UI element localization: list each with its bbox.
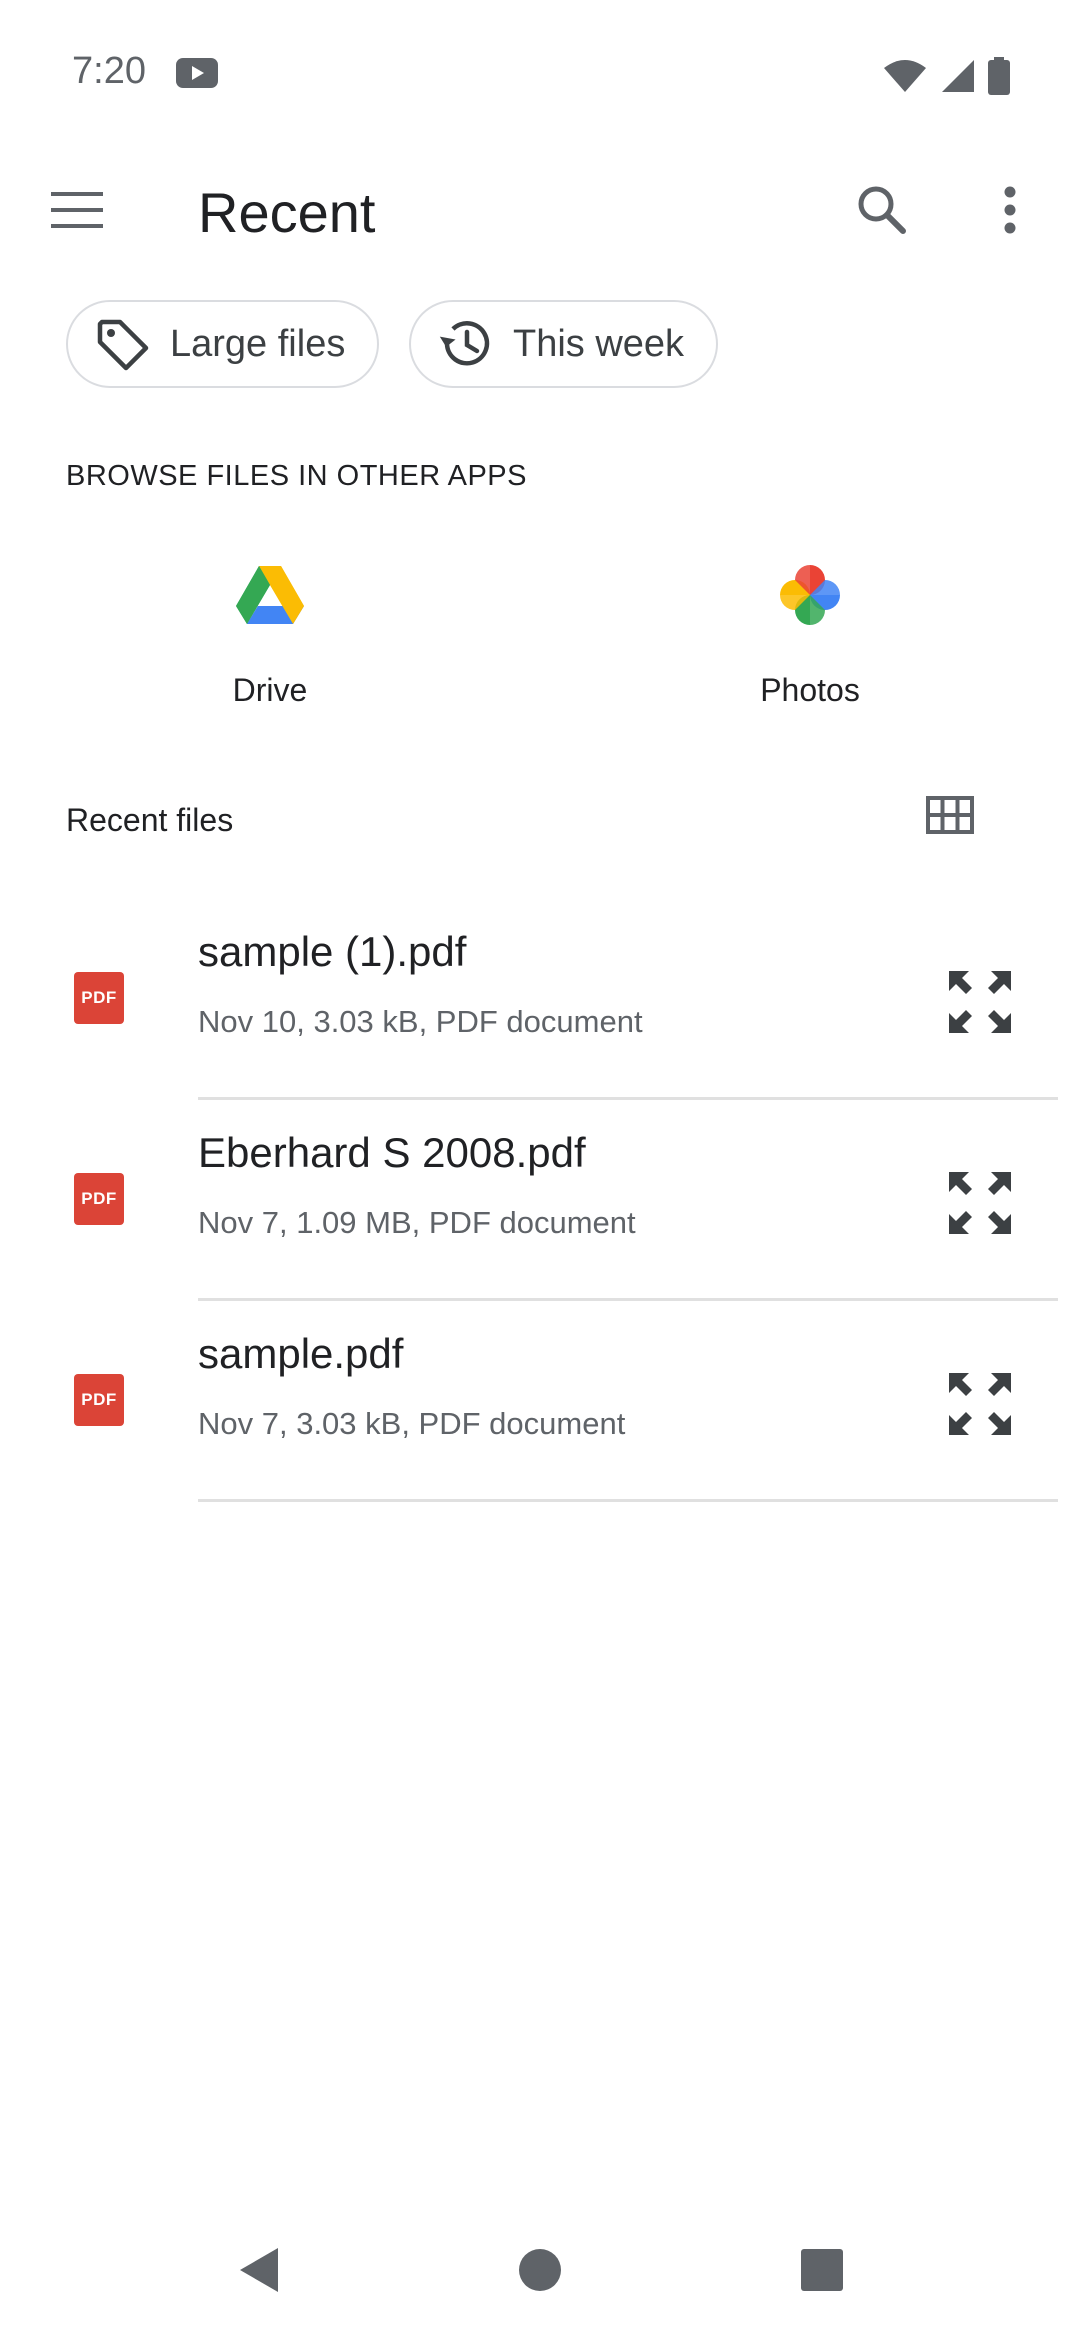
file-meta: Nov 7, 3.03 kB, PDF document <box>198 1406 626 1441</box>
history-icon <box>439 321 490 366</box>
pdf-file-icon: PDF <box>74 1374 124 1426</box>
app-label: Drive <box>232 672 308 708</box>
expand-preview-button[interactable] <box>944 966 1016 1038</box>
pdf-file-icon: PDF <box>74 1173 124 1225</box>
row-divider <box>198 1097 1058 1100</box>
google-photos-icon <box>780 565 840 625</box>
file-meta: Nov 7, 1.09 MB, PDF document <box>198 1205 636 1240</box>
chip-large-files[interactable]: Large files <box>66 300 380 388</box>
nav-recents-button[interactable] <box>792 2240 852 2300</box>
fullscreen-expand-icon <box>949 971 1011 1033</box>
youtube-notification-icon <box>176 58 218 88</box>
battery-icon <box>988 57 1010 95</box>
menu-button[interactable] <box>46 182 108 238</box>
grid-view-button[interactable] <box>920 790 980 840</box>
nav-home-button[interactable] <box>510 2240 570 2300</box>
google-drive-icon <box>236 566 304 624</box>
status-icons <box>882 56 1010 96</box>
expand-preview-button[interactable] <box>944 1368 1016 1440</box>
fullscreen-expand-icon <box>949 1172 1011 1234</box>
search-button[interactable] <box>852 180 912 240</box>
recent-files-heading: Recent files <box>66 802 234 838</box>
file-row[interactable]: PDF Eberhard S 2008.pdf Nov 7, 1.09 MB, … <box>0 1101 1080 1301</box>
browse-heading: BROWSE FILES IN OTHER APPS <box>66 460 527 492</box>
expand-preview-button[interactable] <box>944 1167 1016 1239</box>
file-meta: Nov 10, 3.03 kB, PDF document <box>198 1004 643 1039</box>
chip-this-week[interactable]: This week <box>409 300 719 388</box>
file-name: sample (1).pdf <box>198 928 467 975</box>
back-triangle-icon <box>240 2248 278 2292</box>
tag-icon <box>97 319 149 371</box>
more-options-button[interactable] <box>990 180 1030 240</box>
app-label: Photos <box>760 672 860 708</box>
home-circle-icon <box>519 2249 561 2291</box>
search-icon <box>858 186 906 234</box>
pdf-file-icon: PDF <box>74 972 124 1024</box>
hamburger-menu-icon <box>51 192 103 228</box>
chip-label: This week <box>513 322 685 365</box>
file-name: Eberhard S 2008.pdf <box>198 1129 586 1176</box>
nav-back-button[interactable] <box>228 2240 288 2300</box>
cell-signal-icon <box>942 60 974 92</box>
wifi-icon <box>884 60 926 92</box>
app-drive[interactable]: Drive <box>140 560 400 709</box>
recents-square-icon <box>801 2249 843 2291</box>
row-divider <box>198 1499 1058 1502</box>
row-divider <box>198 1298 1058 1301</box>
page-title: Recent <box>198 181 376 244</box>
chip-label: Large files <box>170 322 346 365</box>
fullscreen-expand-icon <box>949 1373 1011 1435</box>
file-row[interactable]: PDF sample (1).pdf Nov 10, 3.03 kB, PDF … <box>0 900 1080 1100</box>
more-vert-icon <box>1004 186 1016 234</box>
status-time: 7:20 <box>72 50 146 92</box>
file-name: sample.pdf <box>198 1330 404 1377</box>
grid-view-icon <box>926 796 974 834</box>
file-row[interactable]: PDF sample.pdf Nov 7, 3.03 kB, PDF docum… <box>0 1302 1080 1502</box>
app-photos[interactable]: Photos <box>680 560 940 709</box>
